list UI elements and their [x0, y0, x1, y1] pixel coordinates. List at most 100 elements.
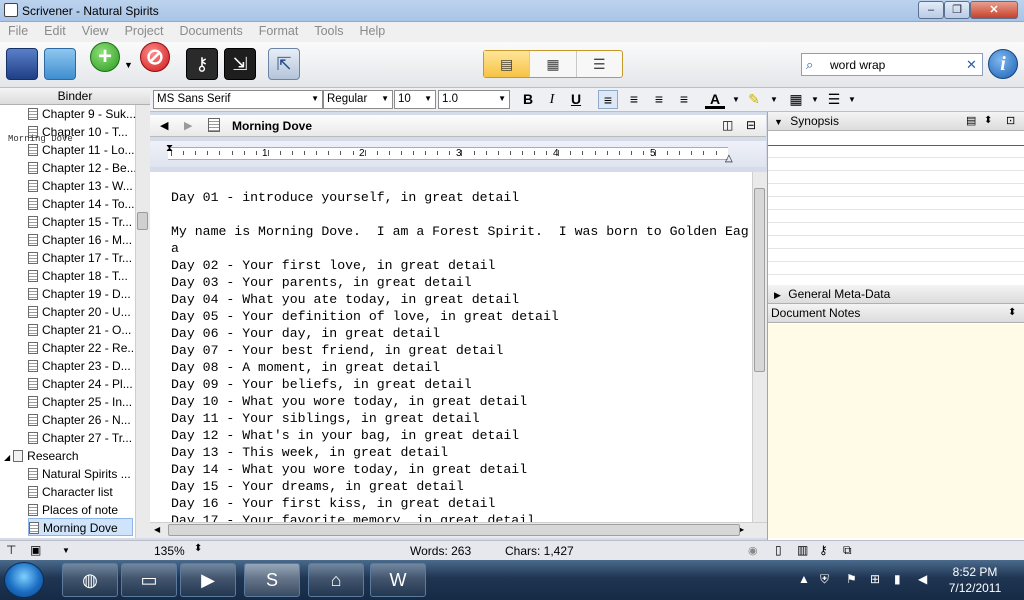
binder-item[interactable]: Chapter 22 - Re... [28, 339, 137, 357]
binder-item[interactable]: Chapter 27 - Tr... [28, 429, 133, 447]
flag-tray-icon[interactable]: ⚑ [846, 572, 857, 586]
underline-button[interactable]: U [566, 90, 586, 109]
zoom-stepper-icon[interactable]: ⬍ [194, 543, 202, 554]
menu-format[interactable]: Format [251, 22, 307, 38]
synopsis-stepper-icon[interactable]: ⬍ [984, 112, 992, 130]
close-button[interactable]: ✕ [970, 1, 1018, 19]
references-tab-icon[interactable]: ▥ [797, 543, 808, 557]
binder-item[interactable]: Chapter 23 - D... [28, 357, 133, 375]
notes-stepper-icon[interactable]: ⬍ [1008, 304, 1016, 322]
text-style-icon[interactable]: ⊤ [6, 543, 16, 557]
maximize-button[interactable]: ❐ [944, 1, 970, 19]
binder-item[interactable]: Chapter 20 - U... [28, 303, 133, 321]
binder-item-selected[interactable]: Morning Dove [28, 518, 133, 536]
bold-button[interactable]: B [518, 90, 538, 109]
editor-vertical-scroll-thumb[interactable] [754, 188, 765, 372]
notes-header[interactable]: Document Notes ⬍ [768, 304, 1024, 323]
text-color-icon[interactable]: A [705, 90, 725, 109]
synopsis-header[interactable]: ▼ Synopsis ▤ ⬍ ⊡ [768, 112, 1024, 131]
metadata-header[interactable]: ▶ General Meta-Data [768, 285, 1024, 304]
menu-tools[interactable]: Tools [306, 22, 351, 38]
binder-item[interactable]: Chapter 14 - To... [28, 195, 135, 213]
binder-scroll-thumb[interactable] [137, 212, 148, 230]
corkboard-view-icon[interactable]: ▦ [530, 51, 577, 77]
add-dropdown-icon[interactable]: ▼ [124, 60, 133, 70]
collections-icon[interactable] [44, 48, 76, 80]
ruler[interactable]: 1 2 3 4 5 ⧗ △ [150, 141, 766, 167]
table-icon[interactable]: ▦ [786, 90, 806, 109]
binder-item[interactable]: Character list [28, 483, 133, 501]
binder-item[interactable]: Chapter 13 - W... [28, 177, 133, 195]
delete-icon[interactable]: ⊘ [140, 42, 170, 72]
keywords-tab-icon[interactable]: ⚷ [819, 543, 828, 557]
menu-documents[interactable]: Documents [171, 22, 250, 38]
media-player-task-icon[interactable]: ▶ [180, 563, 236, 597]
binder-item[interactable]: Chapter 26 - N... [28, 411, 133, 429]
list-icon[interactable]: ☰ [824, 90, 844, 109]
line-spacing-select[interactable]: 1.0 ▼ [438, 90, 510, 109]
editor-horizontal-scroll-thumb[interactable] [168, 524, 740, 536]
align-left-icon[interactable]: ≡ [598, 90, 618, 109]
taskbar-clock[interactable]: 8:52 PM 7/12/2011 [940, 564, 1010, 596]
table-dropdown-icon[interactable]: ▼ [805, 90, 825, 109]
align-justify-icon[interactable]: ≡ [649, 90, 669, 109]
keywords-icon[interactable]: ⚷ [186, 48, 218, 80]
synopsis-image-icon[interactable]: ⊡ [1006, 112, 1015, 130]
font-size-select[interactable]: 10 ▼ [394, 90, 436, 109]
acrobat-task-icon[interactable]: ⌂ [308, 563, 364, 597]
binder-scrollbar[interactable] [135, 105, 150, 538]
menu-view[interactable]: View [74, 22, 117, 38]
binder-item[interactable]: Chapter 16 - M... [28, 231, 133, 249]
align-center-icon[interactable]: ≡ [624, 90, 644, 109]
font-style-select[interactable]: Regular ▼ [323, 90, 393, 109]
indent-marker-icon[interactable]: ⧗ [166, 143, 173, 154]
editor-text-area[interactable]: Day 01 - introduce yourself, in great de… [150, 172, 752, 522]
footer-dropdown-icon[interactable]: ▼ [62, 546, 70, 555]
notes-tab-icon[interactable]: ▯ [775, 543, 782, 557]
firefox-task-icon[interactable]: ◍ [62, 563, 118, 597]
collapse-triangle-icon[interactable]: ◢ [4, 453, 10, 462]
binder-item[interactable]: Chapter 18 - T... [28, 267, 133, 285]
zoom-level[interactable]: 135% [154, 544, 185, 558]
inspector-info-icon[interactable]: i [988, 49, 1018, 79]
menu-edit[interactable]: Edit [36, 22, 74, 38]
binder-item[interactable]: Natural Spirits ... [28, 465, 133, 483]
right-margin-marker-icon[interactable]: △ [725, 153, 733, 164]
scrivenings-view-icon[interactable]: ▤ [484, 51, 531, 77]
binder-item[interactable]: Chapter 25 - In... [28, 393, 133, 411]
search-input[interactable]: ⌕ word wrap ✕ [801, 53, 983, 76]
menu-file[interactable]: File [0, 22, 36, 38]
back-arrow-icon[interactable]: ◀ [160, 119, 168, 132]
device-tray-icon[interactable]: ⊞ [870, 572, 880, 586]
volume-tray-icon[interactable]: ◀ [918, 572, 927, 586]
show-hidden-icons-icon[interactable]: ▲ [798, 572, 810, 586]
target-icon[interactable]: ◉ [748, 544, 758, 557]
word-task-icon[interactable]: W [370, 563, 426, 597]
binder-item[interactable]: Places of note [28, 501, 133, 519]
menu-help[interactable]: Help [352, 22, 394, 38]
new-item-icon[interactable]: ▣ [30, 543, 41, 557]
security-tray-icon[interactable]: ⛨ [820, 572, 829, 587]
snapshots-tab-icon[interactable]: ⧉ [843, 543, 852, 558]
scrivener-task-icon[interactable]: S [244, 563, 300, 597]
binder-toggle-icon[interactable] [6, 48, 38, 80]
binder-item[interactable]: Chapter 21 - O... [28, 321, 133, 339]
start-button[interactable] [4, 562, 44, 598]
network-tray-icon[interactable]: ▮ [894, 572, 901, 586]
scrivenings-icon[interactable]: ⇲ [224, 48, 256, 80]
highlight-dropdown-icon[interactable]: ▼ [764, 90, 784, 109]
italic-button[interactable]: I [542, 90, 562, 109]
synopsis-text-area[interactable] [768, 145, 1024, 283]
binder-item[interactable]: Chapter 24 - Pl... [28, 375, 133, 393]
clear-search-icon[interactable]: ✕ [966, 57, 977, 73]
outliner-view-icon[interactable]: ☰ [577, 51, 622, 77]
binder-item[interactable]: Chapter 17 - Tr... [28, 249, 133, 267]
list-dropdown-icon[interactable]: ▼ [842, 90, 862, 109]
binder-item-research[interactable]: ◢ Research [4, 447, 134, 465]
scroll-left-icon[interactable]: ◀ [154, 525, 160, 534]
font-family-select[interactable]: MS Sans Serif ▼ [153, 90, 323, 109]
text-color-dropdown-icon[interactable]: ▼ [726, 90, 746, 109]
document-notes-area[interactable] [768, 324, 1024, 538]
search-icon[interactable]: ⌕ [806, 57, 813, 73]
minimize-button[interactable]: – [918, 1, 944, 19]
